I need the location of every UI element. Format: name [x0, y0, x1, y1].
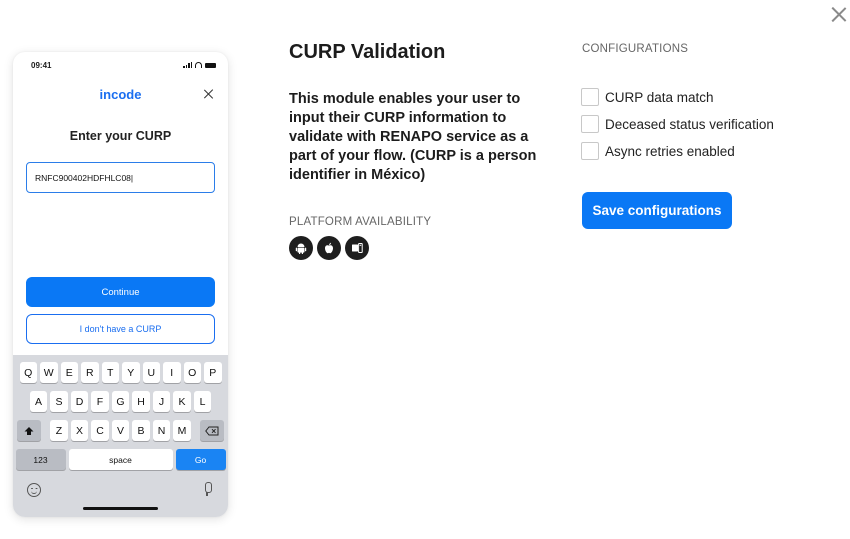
- curp-input[interactable]: [26, 162, 215, 193]
- key-t[interactable]: T: [101, 362, 119, 383]
- key-y[interactable]: Y: [122, 362, 140, 383]
- option-curp-data-match[interactable]: CURP data match: [581, 88, 714, 106]
- emoji-icon[interactable]: [27, 483, 41, 497]
- option-label: Async retries enabled: [605, 143, 735, 159]
- configurations-label: CONFIGURATIONS: [582, 43, 689, 55]
- backspace-key[interactable]: [199, 420, 224, 441]
- web-icon: [345, 236, 369, 260]
- module-description: This module enables your user to input t…: [289, 91, 537, 183]
- key-f[interactable]: F: [91, 391, 109, 412]
- checkbox[interactable]: [581, 88, 599, 106]
- android-icon: [289, 236, 313, 260]
- key-l[interactable]: L: [193, 391, 212, 412]
- key-s[interactable]: S: [50, 391, 68, 412]
- space-key[interactable]: space: [68, 449, 173, 470]
- keyboard-row-2: A S D F G H J K L: [13, 391, 228, 412]
- continue-button[interactable]: Continue: [26, 277, 215, 307]
- key-g[interactable]: G: [111, 391, 130, 412]
- status-bar: 09:41: [13, 52, 228, 78]
- save-configurations-button[interactable]: Save configurations: [582, 192, 732, 229]
- key-r[interactable]: R: [81, 362, 99, 383]
- phone-close-icon[interactable]: [202, 88, 214, 100]
- key-k[interactable]: K: [173, 391, 191, 412]
- key-d[interactable]: D: [70, 391, 89, 412]
- key-h[interactable]: H: [132, 391, 150, 412]
- signal-icon: [183, 62, 192, 68]
- key-z[interactable]: Z: [50, 420, 68, 441]
- keyboard-row-1: Q W E R T Y U I O P: [13, 362, 228, 383]
- key-i[interactable]: I: [163, 362, 181, 383]
- shift-key[interactable]: [17, 420, 42, 441]
- backspace-icon: [204, 426, 219, 435]
- keyboard: Q W E R T Y U I O P A S D F G H J K L Z: [13, 355, 228, 517]
- key-q[interactable]: Q: [19, 362, 37, 383]
- status-time: 09:41: [31, 61, 52, 70]
- platform-availability-label: PLATFORM AVAILABILITY: [289, 216, 432, 228]
- close-icon[interactable]: [826, 2, 850, 28]
- key-j[interactable]: J: [152, 391, 171, 412]
- key-m[interactable]: M: [173, 420, 191, 441]
- key-x[interactable]: X: [70, 420, 89, 441]
- option-deceased-status-verification[interactable]: Deceased status verification: [581, 115, 774, 133]
- key-w[interactable]: W: [40, 362, 58, 383]
- microphone-icon[interactable]: [203, 482, 212, 497]
- shift-icon: [24, 426, 34, 435]
- battery-icon: [205, 62, 216, 68]
- home-indicator: [83, 507, 158, 510]
- keyboard-row-3: Z X C V B N M: [13, 420, 228, 441]
- key-n[interactable]: N: [152, 420, 171, 441]
- key-a[interactable]: A: [29, 391, 48, 412]
- phone-preview: 09:41 incode Enter your CURP Continue I …: [13, 52, 228, 517]
- key-c[interactable]: C: [91, 420, 109, 441]
- checkbox[interactable]: [581, 115, 599, 133]
- key-e[interactable]: E: [60, 362, 78, 383]
- no-curp-button[interactable]: I don't have a CURP: [26, 314, 215, 344]
- option-label: CURP data match: [605, 89, 714, 105]
- key-v[interactable]: V: [111, 420, 130, 441]
- key-u[interactable]: U: [142, 362, 160, 383]
- numbers-key[interactable]: 123: [15, 449, 66, 470]
- platform-icons: [289, 236, 369, 260]
- curp-heading: Enter your CURP: [69, 129, 172, 143]
- keyboard-row-4: 123 space Go: [13, 449, 228, 470]
- brand-logo: incode: [99, 87, 142, 102]
- checkbox[interactable]: [581, 142, 599, 160]
- apple-icon: [317, 236, 341, 260]
- option-async-retries-enabled[interactable]: Async retries enabled: [581, 142, 735, 160]
- module-title: CURP Validation: [289, 41, 446, 63]
- key-o[interactable]: O: [183, 362, 201, 383]
- key-p[interactable]: P: [204, 362, 222, 383]
- wifi-icon: [195, 62, 202, 68]
- option-label: Deceased status verification: [605, 116, 774, 132]
- key-b[interactable]: B: [132, 420, 150, 441]
- go-key[interactable]: Go: [175, 449, 226, 470]
